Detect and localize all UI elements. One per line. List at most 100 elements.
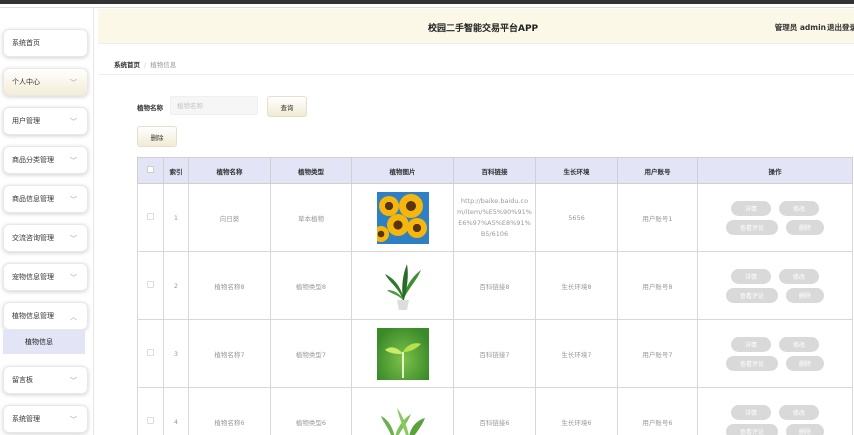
view-comments-button[interactable]: 查看评论: [726, 423, 778, 435]
breadcrumb-current: 植物信息: [150, 61, 177, 69]
select-all-checkbox[interactable]: [147, 166, 154, 173]
plant-name: 植物名称7: [188, 319, 271, 388]
row-actions: 详情 修改 查看评论 删除: [697, 387, 853, 435]
select-all-cell[interactable]: [137, 157, 164, 184]
sidebar-item-label: 交流咨询管理: [12, 234, 54, 242]
row-index: 1: [163, 183, 189, 252]
row-index: 3: [163, 319, 189, 388]
sunflower-image: [376, 191, 429, 244]
sidebar-item-personal-center[interactable]: 个人中心 ﹀: [3, 68, 88, 96]
row-actions: 详情 修改 查看评论 删除: [697, 251, 853, 320]
column-header: 百科链接: [453, 157, 536, 184]
chevron-down-icon: ﹀: [70, 377, 77, 385]
row-checkbox[interactable]: [147, 213, 154, 220]
breadcrumb-home[interactable]: 系统首页: [114, 61, 140, 69]
growth-environment: 生长环境7: [535, 319, 618, 388]
chevron-down-icon: ﹀: [70, 157, 77, 165]
wiki-link[interactable]: 百科链接6: [453, 387, 536, 435]
sidebar-item-label: 商品信息管理: [12, 195, 54, 203]
growth-environment: 生长环境6: [535, 387, 618, 435]
user-account: 用户账号1: [617, 183, 698, 252]
sprout-image: [376, 327, 429, 380]
detail-button[interactable]: 详情: [731, 268, 771, 284]
table-header-row: 索引 植物名称 植物类型 植物图片 百科链接 生长环境 用户账号 操作: [137, 157, 853, 184]
sidebar-item-label: 植物信息管理: [12, 312, 54, 320]
view-comments-button[interactable]: 查看评论: [726, 287, 778, 303]
row-index: 4: [163, 387, 189, 435]
chevron-down-icon: ﹀: [70, 416, 77, 424]
search-label: 植物名称: [137, 104, 163, 112]
sidebar-item-category-management[interactable]: 商品分类管理 ﹀: [3, 146, 88, 174]
chevron-down-icon: ﹀: [70, 196, 77, 204]
plant-type: 植物类型7: [270, 319, 352, 388]
sidebar-item-plant-management[interactable]: 植物信息管理 ︿: [3, 302, 88, 330]
column-header: 植物图片: [351, 157, 454, 184]
wiki-link[interactable]: http://baike.baidu.com/item/%E5%90%91%E6…: [453, 183, 536, 252]
table-row: 1 向日葵 草本植物 http://baike.baidu.com/item/%…: [137, 183, 853, 252]
chevron-down-icon: ﹀: [70, 118, 77, 126]
detail-button[interactable]: 详情: [731, 200, 771, 216]
breadcrumb-divider: [98, 74, 854, 75]
plant-name: 植物名称8: [188, 251, 271, 320]
bulk-delete-button[interactable]: 删除: [137, 126, 177, 147]
column-header: 植物类型: [270, 157, 352, 184]
row-checkbox[interactable]: [147, 349, 154, 356]
edit-button[interactable]: 修改: [779, 336, 819, 352]
window-top-strip: [0, 4, 854, 8]
top-header: 校园二手智能交易平台APP 管理员 admin 退出登录: [98, 9, 854, 44]
row-actions: 详情 修改 查看评论 删除: [697, 319, 853, 388]
sidebar-item-label: 商品分类管理: [12, 156, 54, 164]
delete-button[interactable]: 删除: [786, 355, 824, 371]
sidebar-subitem-plant-info[interactable]: 植物信息: [3, 330, 85, 354]
row-checkbox[interactable]: [147, 281, 154, 288]
edit-button[interactable]: 修改: [779, 268, 819, 284]
sidebar-item-system-management[interactable]: 系统管理 ﹀: [3, 405, 88, 433]
row-checkbox[interactable]: [147, 417, 154, 424]
sidebar-item-product-management[interactable]: 商品信息管理 ﹀: [3, 185, 88, 213]
column-header: 生长环境: [535, 157, 618, 184]
search-button[interactable]: 查询: [267, 96, 307, 117]
table-row: 3 植物名称7 植物类型7 百科链接7 生长环境7 用户账号7 详情 修改 查看…: [137, 319, 853, 388]
edit-button[interactable]: 修改: [779, 404, 819, 420]
sidebar-item-label: 用户管理: [12, 117, 40, 125]
search-input[interactable]: [170, 96, 258, 115]
app-title: 校园二手智能交易平台APP: [428, 24, 539, 34]
delete-button[interactable]: 删除: [786, 423, 824, 435]
delete-button[interactable]: 删除: [786, 287, 824, 303]
sidebar-item-message-board[interactable]: 留言板 ﹀: [3, 366, 88, 394]
sidebar-item-consult-management[interactable]: 交流咨询管理 ﹀: [3, 224, 88, 252]
sidebar-item-label: 植物信息: [25, 338, 53, 346]
sidebar-item-label: 个人中心: [12, 78, 40, 86]
sidebar-item-home[interactable]: 系统首页: [3, 29, 88, 57]
potted-plant-image: [376, 259, 429, 312]
wiki-link[interactable]: 百科链接8: [453, 251, 536, 320]
column-header: 操作: [697, 157, 853, 184]
view-comments-button[interactable]: 查看评论: [726, 355, 778, 371]
detail-button[interactable]: 详情: [731, 404, 771, 420]
admin-label: 管理员 admin: [774, 23, 826, 32]
sidebar-item-label: 系统管理: [12, 415, 40, 423]
detail-button[interactable]: 详情: [731, 336, 771, 352]
edit-button[interactable]: 修改: [779, 200, 819, 216]
plant-type: 植物类型6: [270, 387, 352, 435]
logout-link[interactable]: 退出登录: [827, 22, 854, 33]
column-header: 用户账号: [617, 157, 698, 184]
plant-image-cell: [351, 319, 454, 388]
wiki-link[interactable]: 百科链接7: [453, 319, 536, 388]
chevron-up-icon: ︿: [70, 313, 77, 321]
column-header: 植物名称: [188, 157, 271, 184]
sidebar-item-label: 宠物信息管理: [12, 273, 54, 281]
breadcrumb: 系统首页 / 植物信息: [114, 59, 176, 69]
row-index: 2: [163, 251, 189, 320]
delete-button[interactable]: 删除: [786, 219, 824, 235]
sidebar-item-user-management[interactable]: 用户管理 ﹀: [3, 107, 88, 135]
plant-image-cell: [351, 251, 454, 320]
view-comments-button[interactable]: 查看评论: [726, 219, 778, 235]
sidebar-item-pet-management[interactable]: 宠物信息管理 ﹀: [3, 263, 88, 291]
plant-name: 向日葵: [188, 183, 271, 252]
sidebar: 系统首页 个人中心 ﹀ 用户管理 ﹀ 商品分类管理 ﹀ 商品信息管理 ﹀ 交流咨…: [0, 8, 94, 435]
column-header: 索引: [163, 157, 189, 184]
growth-environment: 5656: [535, 183, 618, 252]
table-row: 4 植物名称6 植物类型6 百科链接6 生长环境6 用户账号6 详情 修改 查看…: [137, 387, 853, 435]
row-actions: 详情 修改 查看评论 删除: [697, 183, 853, 252]
